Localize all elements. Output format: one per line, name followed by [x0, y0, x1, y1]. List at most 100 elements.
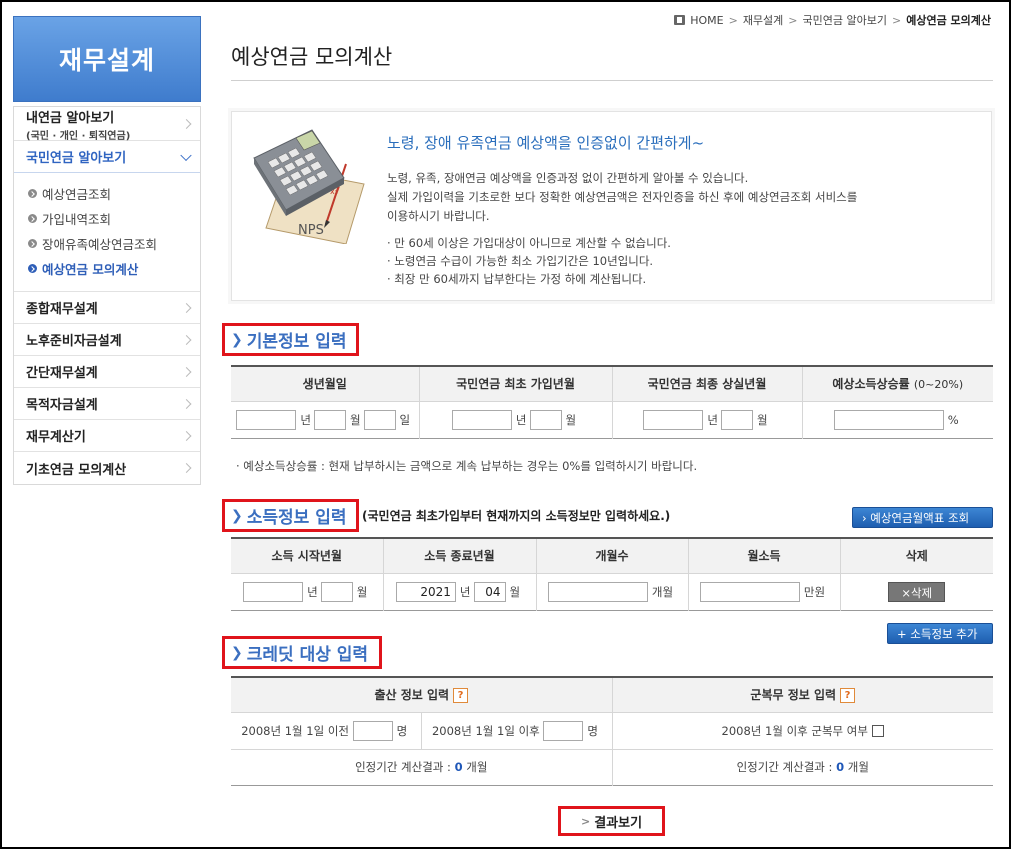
income-start-year-input[interactable]	[243, 581, 304, 602]
sidebar-item-my-pension[interactable]: 내연금 알아보기 (국민 · 개인 · 퇴직연금)	[14, 107, 200, 142]
chevron-down-icon	[180, 149, 192, 161]
basic-info-table: 생년월일 국민연금 최초 가입년월 국민연금 최종 상실년월 예상소득상승률 (…	[231, 365, 993, 439]
sidebar-item-comprehensive-plan[interactable]: 종합재무설계	[14, 292, 200, 324]
section-title-label: 기본정보 입력	[246, 332, 347, 352]
income-end-month-input[interactable]: 04	[473, 581, 506, 602]
first-join-month-input[interactable]	[529, 409, 562, 430]
sidebar-item-purpose-fund[interactable]: 목적자금설계	[14, 388, 200, 420]
last-loss-cell: 년월	[612, 401, 803, 438]
income-info-section-title: ❯ 소득정보 입력	[222, 499, 359, 532]
sidebar: 재무설계 내연금 알아보기 (국민 · 개인 · 퇴직연금) 국민연금 알아보기…	[13, 16, 201, 485]
header-income-end: 소득 종료년월	[383, 538, 537, 574]
breadcrumb-separator: >	[891, 13, 902, 27]
add-income-button[interactable]: + 소득정보 추가	[887, 623, 993, 644]
help-icon[interactable]: ?	[453, 688, 469, 704]
last-loss-year-input[interactable]	[643, 409, 704, 430]
header-delete: 삭제	[840, 538, 993, 574]
submenu-label: 장애유족예상연금조회	[42, 237, 158, 252]
income-growth-input[interactable]	[833, 409, 944, 430]
sidebar-item-label: 목적자금설계	[26, 398, 98, 413]
monthly-income-input[interactable]	[699, 581, 800, 602]
sidebar-item-national-pension[interactable]: 국민연금 알아보기	[14, 141, 200, 173]
header-months: 개월수	[536, 538, 689, 574]
basic-info-section-title: ❯ 기본정보 입력	[222, 323, 359, 356]
delete-row-button[interactable]: ×삭제	[888, 581, 946, 602]
show-result-button[interactable]: > 결과보기	[558, 806, 665, 836]
birth-after-cell: 2008년 1월 1일 이후 명	[421, 712, 613, 750]
income-start-month-input[interactable]	[320, 581, 353, 602]
arrow-bullet-icon	[28, 214, 37, 223]
breadcrumb-item[interactable]: 재무설계	[743, 12, 783, 28]
birth-year-input[interactable]	[236, 409, 297, 430]
sidebar-submenu: 예상연금조회 가입내역조회 장애유족예상연금조회 예상연금 모의계산	[14, 173, 200, 292]
breadcrumb-item[interactable]: 국민연금 알아보기	[803, 12, 887, 28]
chevron-right-icon	[181, 430, 192, 441]
result-button-label: 결과보기	[594, 815, 643, 831]
breadcrumb-separator: >	[728, 13, 738, 27]
submenu-item-simulation[interactable]: 예상연금 모의계산	[28, 256, 200, 281]
intro-text: 실제 가입이력을 기초로한 보다 정확한 예상연금액은 전자인증을 하신 후에 …	[387, 190, 858, 204]
header-first-join: 국민연금 최초 가입년월	[419, 366, 613, 402]
sidebar-title: 재무설계	[58, 46, 155, 75]
chevron-right-icon	[181, 334, 192, 345]
title-divider	[231, 80, 993, 81]
sidebar-item-label: 노후준비자금설계	[26, 334, 122, 349]
chevron-right-icon	[181, 398, 192, 409]
birth-before-count-input[interactable]	[352, 720, 393, 741]
section-title-label: 소득정보 입력	[246, 508, 347, 528]
sidebar-header: 재무설계	[13, 16, 201, 102]
birth-result-cell: 인정기간 계산결과 : 0 개월	[231, 749, 613, 785]
credit-table: 출산 정보 입력? 군복무 정보 입력? 2008년 1월 1일 이전 명 20…	[231, 676, 993, 786]
chevron-right-icon	[181, 366, 192, 377]
military-result-cell: 인정기간 계산결과 : 0 개월	[736, 760, 869, 774]
sidebar-item-label: 재무계산기	[26, 430, 86, 445]
header-birth-info: 출산 정보 입력?	[231, 677, 613, 713]
chevron-right-icon: ❯	[231, 331, 243, 348]
credit-section-title: ❯ 크레딧 대상 입력	[222, 636, 382, 669]
intro-box: x√ NPS 노령, 장애 유족연금 예상액을 인증없이 간편하게~ 노령, 유…	[231, 111, 992, 301]
header-birthdate: 생년월일	[231, 366, 420, 402]
chevron-right-icon	[181, 118, 192, 129]
income-growth-note: · 예상소득상승률 : 현재 납부하시는 금액으로 계속 납부하는 경우는 0%…	[236, 459, 698, 473]
income-end-year-input[interactable]: 2021	[395, 581, 456, 602]
chevron-right-icon: >	[580, 814, 591, 828]
calculator-illustration-icon: x√ NPS	[253, 129, 365, 244]
pension-table-lookup-button[interactable]: › 예상연금월액표 조회	[852, 507, 993, 528]
breadcrumb-home[interactable]: HOME	[690, 14, 723, 27]
sidebar-item-basic-pension[interactable]: 기초연금 모의계산	[14, 452, 200, 484]
first-join-cell: 년월	[419, 401, 613, 438]
sidebar-item-retirement-fund[interactable]: 노후준비자금설계	[14, 324, 200, 356]
birth-day-input[interactable]	[363, 409, 396, 430]
months-input[interactable]	[547, 581, 648, 602]
chevron-right-icon: ❯	[231, 507, 243, 524]
submenu-item-disability-survivor[interactable]: 장애유족예상연금조회	[28, 231, 200, 256]
breadcrumb: HOME > 재무설계 > 국민연금 알아보기 > 예상연금 모의계산	[674, 12, 991, 28]
sidebar-item-simple-plan[interactable]: 간단재무설계	[14, 356, 200, 388]
birthdate-cell: 년월일	[231, 401, 420, 438]
military-service-checkbox[interactable]	[871, 724, 884, 737]
income-start-cell: 년월	[231, 573, 384, 610]
intro-bullet: · 만 60세 이상은 가입대상이 아니므로 계산할 수 없습니다.	[387, 236, 671, 250]
birth-result-value: 0	[454, 760, 463, 774]
home-icon	[674, 15, 686, 25]
sidebar-item-label: 국민연금 알아보기	[26, 151, 127, 166]
section-title-label: 크레딧 대상 입력	[246, 645, 369, 665]
submenu-item-subscription-history[interactable]: 가입내역조회	[28, 206, 200, 231]
header-income-start: 소득 시작년월	[231, 538, 384, 574]
income-info-subtitle: (국민연금 최초가입부터 현재까지의 소득정보만 입력하세요.)	[362, 509, 671, 523]
arrow-bullet-icon	[28, 239, 37, 248]
birth-after-count-input[interactable]	[543, 720, 584, 741]
first-join-year-input[interactable]	[451, 409, 512, 430]
submenu-label: 가입내역조회	[42, 212, 112, 227]
sidebar-item-label: 종합재무설계	[26, 302, 98, 317]
submenu-item-expected-pension[interactable]: 예상연금조회	[28, 181, 200, 206]
chevron-right-icon	[181, 302, 192, 313]
last-loss-month-input[interactable]	[721, 409, 753, 430]
help-icon[interactable]: ?	[840, 688, 856, 704]
sidebar-item-calculator[interactable]: 재무계산기	[14, 420, 200, 452]
submenu-label: 예상연금조회	[42, 187, 112, 202]
sidebar-item-label: 간단재무설계	[26, 366, 98, 381]
submenu-label: 예상연금 모의계산	[42, 262, 139, 277]
birth-month-input[interactable]	[313, 409, 346, 430]
sidebar-menu: 내연금 알아보기 (국민 · 개인 · 퇴직연금) 국민연금 알아보기 예상연금…	[13, 106, 201, 485]
